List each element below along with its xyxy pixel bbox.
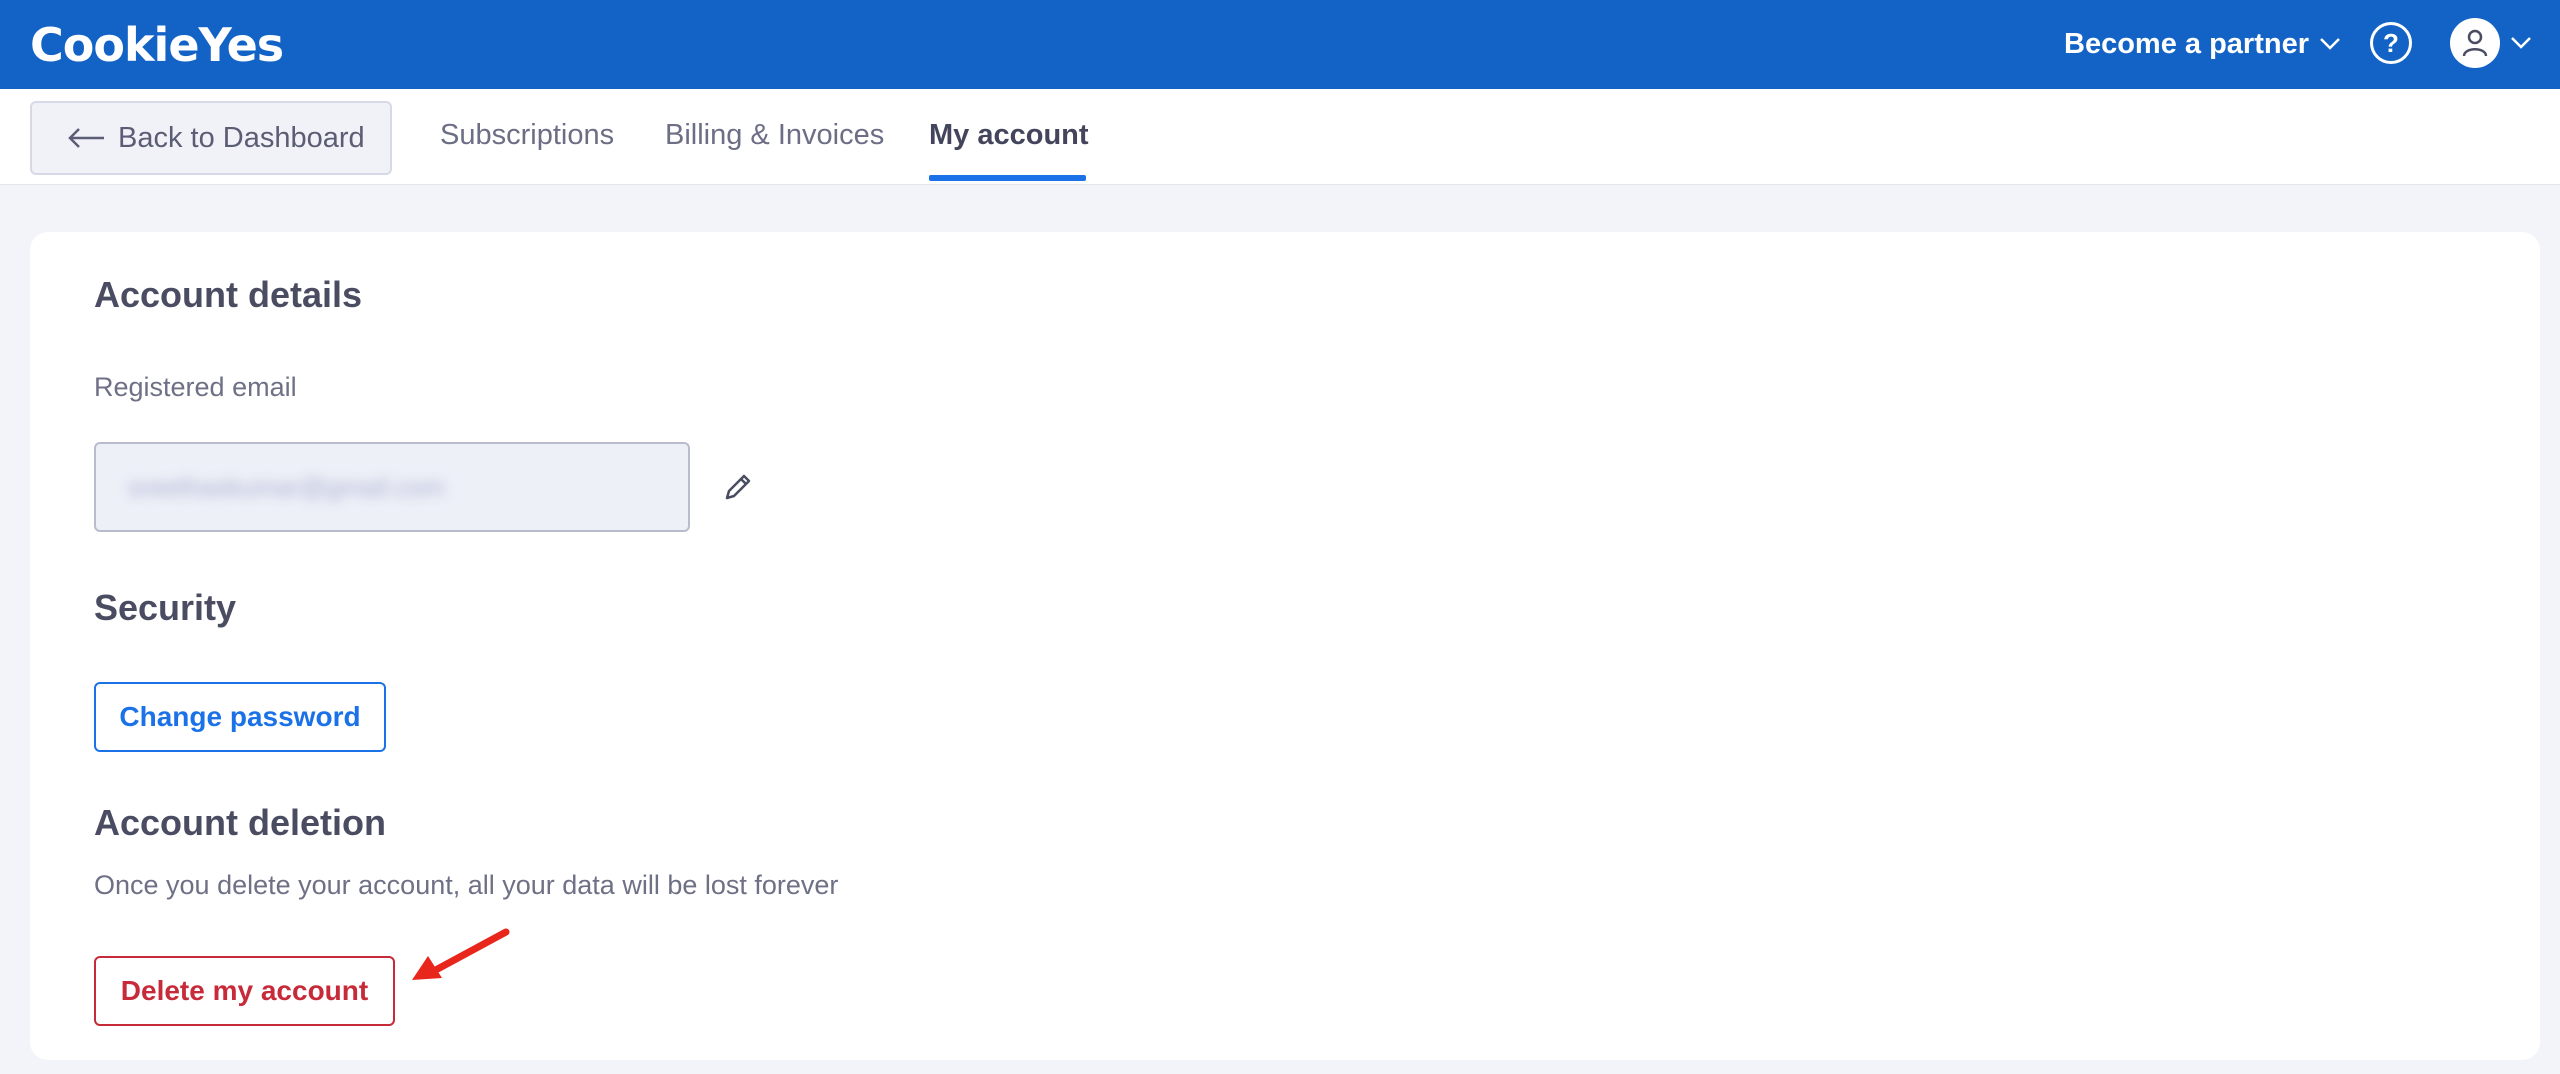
tab-billing-invoices[interactable]: Billing & Invoices xyxy=(665,119,884,152)
user-icon xyxy=(2462,29,2488,57)
top-header: CookieYes Become a partner ? xyxy=(0,0,2560,89)
registered-email-label: Registered email xyxy=(94,372,297,402)
active-tab-indicator xyxy=(929,175,1086,181)
tab-subscriptions[interactable]: Subscriptions xyxy=(440,119,614,152)
account-deletion-heading: Account deletion xyxy=(94,802,387,843)
become-partner-dropdown[interactable]: Become a partner xyxy=(2064,24,2341,64)
back-to-dashboard-button[interactable]: Back to Dashboard xyxy=(30,101,392,175)
cookieyes-logo[interactable]: CookieYes xyxy=(30,18,284,72)
account-menu[interactable] xyxy=(2450,18,2532,68)
account-details-heading: Account details xyxy=(94,274,363,315)
pencil-icon[interactable] xyxy=(720,469,756,505)
chevron-down-icon xyxy=(2320,38,2340,50)
security-heading: Security xyxy=(94,587,237,628)
arrow-left-icon xyxy=(68,128,104,148)
annotation-arrow-icon xyxy=(412,928,510,980)
email-field[interactable]: sreethaskumar@gmail.com xyxy=(94,442,690,532)
avatar xyxy=(2450,18,2500,68)
back-to-dashboard-label: Back to Dashboard xyxy=(118,121,365,154)
email-value: sreethaskumar@gmail.com xyxy=(128,471,445,502)
become-partner-label: Become a partner xyxy=(2064,27,2309,60)
chevron-down-icon xyxy=(2511,37,2531,49)
account-deletion-description: Once you delete your account, all your d… xyxy=(94,870,839,900)
help-icon[interactable]: ? xyxy=(2370,22,2412,64)
sub-navigation: Back to Dashboard Subscriptions Billing … xyxy=(0,89,2560,185)
change-password-button[interactable]: Change password xyxy=(94,682,386,752)
delete-account-button[interactable]: Delete my account xyxy=(94,956,395,1026)
tab-my-account[interactable]: My account xyxy=(929,119,1089,152)
